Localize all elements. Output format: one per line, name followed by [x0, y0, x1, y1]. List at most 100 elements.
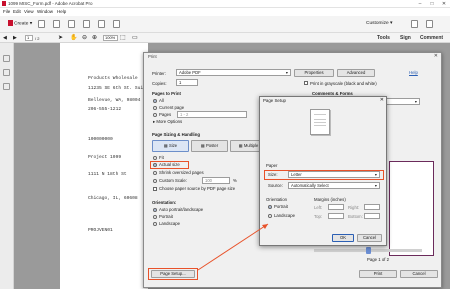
radio-custom-scale[interactable] — [153, 179, 157, 183]
expand-icon[interactable] — [426, 20, 433, 28]
printer-select[interactable]: Adobe PDF ▾ — [176, 69, 291, 76]
create-button[interactable]: Create ▾ — [8, 20, 32, 28]
advanced-button[interactable]: Advanced — [337, 69, 375, 77]
margin-right-label: Right: — [348, 205, 360, 210]
bookmarks-icon[interactable] — [3, 69, 10, 76]
radio-fit[interactable] — [153, 156, 157, 160]
cancel-button[interactable]: Cancel — [400, 270, 438, 278]
navigation-toolbar: ◀ ▶ 1 / 2 ➤ ✋ ⊖ ⊕ 100% ⬚ ▭ Tools Sign Co… — [0, 33, 450, 43]
tools-toggle-icon[interactable] — [411, 20, 418, 28]
paper-source-checkbox[interactable] — [153, 187, 157, 191]
chevron-down-icon: ▾ — [374, 183, 377, 188]
paper-heading: Paper — [266, 163, 278, 168]
radio-custom-scale-label: Custom Scale: — [159, 178, 187, 183]
source-select[interactable]: Automatically Select ▾ — [288, 182, 380, 189]
print-dialog-title: Print — [148, 54, 157, 59]
prev-page-icon[interactable]: ◀ — [3, 35, 7, 41]
radio-landscape[interactable] — [268, 214, 272, 218]
tab-tools[interactable]: Tools — [377, 35, 390, 41]
properties-button[interactable]: Properties — [294, 69, 334, 77]
radio-pages-label: Pages — [159, 112, 172, 117]
minimize-button[interactable]: – — [414, 0, 426, 8]
menu-window[interactable]: Window — [37, 9, 53, 14]
menu-view[interactable]: View — [24, 9, 34, 14]
radio-shrink-label: Shrink oversized pages — [159, 170, 204, 175]
main-toolbar: Create ▾ Customize ▾ — [0, 16, 450, 33]
copies-input[interactable]: 1 — [176, 79, 198, 86]
tab-comment[interactable]: Comment — [420, 35, 443, 41]
open-icon[interactable] — [38, 20, 45, 28]
window-title: 1099 MISC_Form.pdf - Adobe Acrobat Pro — [8, 1, 93, 6]
cancel-button[interactable]: Cancel — [357, 234, 382, 242]
customize-label: Customize — [366, 21, 389, 26]
tab-sign[interactable]: Sign — [400, 35, 411, 41]
page-thumbnails-icon[interactable] — [3, 55, 10, 62]
zoom-in-icon[interactable]: ⊕ — [92, 34, 97, 41]
radio-portrait[interactable] — [268, 205, 272, 209]
radio-current-page[interactable] — [153, 106, 157, 110]
select-tool-icon[interactable]: ➤ — [58, 34, 63, 41]
maximize-button[interactable]: □ — [426, 0, 438, 8]
close-icon[interactable]: ✕ — [380, 97, 384, 103]
radio-actual-size[interactable] — [153, 163, 157, 167]
margin-right-input[interactable] — [364, 204, 380, 210]
share-icon[interactable] — [98, 20, 105, 28]
page-number-input[interactable]: 1 — [25, 35, 33, 41]
radio-all[interactable] — [153, 99, 157, 103]
margin-bottom-label: Bottom: — [348, 214, 363, 219]
size-icon: ▦ — [163, 143, 168, 148]
printer-value: Adobe PDF — [179, 70, 201, 75]
radio-shrink[interactable] — [153, 171, 157, 175]
zoom-out-icon[interactable]: ⊖ — [82, 34, 87, 41]
page-setup-button[interactable]: Page Setup... — [151, 270, 195, 278]
doc-line: Products Wholesale — [88, 76, 138, 81]
margin-bottom-input[interactable] — [364, 213, 380, 219]
tab-poster[interactable]: ▦ Poster — [191, 140, 228, 152]
attachments-icon[interactable] — [3, 83, 10, 90]
save-icon[interactable] — [53, 20, 60, 28]
radio-landscape[interactable] — [153, 222, 157, 226]
pages-range-input[interactable]: 1 - 2 — [177, 111, 247, 118]
radio-portrait[interactable] — [153, 215, 157, 219]
sizing-heading: Page Sizing & Handling — [152, 132, 200, 137]
radio-auto-orientation[interactable] — [153, 208, 157, 212]
radio-auto-orientation-label: Auto portrait/landscape — [159, 207, 204, 212]
print-button[interactable]: Print — [359, 270, 397, 278]
email-icon[interactable] — [83, 20, 90, 28]
close-window-button[interactable]: ✕ — [438, 0, 450, 8]
doc-line: 206-555-1212 — [88, 107, 122, 112]
hand-tool-icon[interactable]: ✋ — [70, 34, 77, 41]
radio-pages[interactable] — [153, 113, 157, 117]
menu-file[interactable]: File — [3, 9, 10, 14]
paper-preview — [310, 109, 330, 135]
pages-heading: Pages to Print — [152, 91, 181, 96]
more-options-toggle[interactable]: ▸ More Options — [153, 119, 182, 125]
radio-current-label: Current page — [159, 105, 185, 110]
grayscale-checkbox[interactable] — [304, 81, 308, 85]
size-select[interactable]: Letter ▾ — [288, 171, 380, 178]
margin-left-input[interactable] — [328, 204, 344, 210]
margin-top-input[interactable] — [328, 213, 344, 219]
ok-button[interactable]: OK — [332, 234, 354, 242]
doc-line: Project 1099 — [88, 155, 122, 160]
page-slider-thumb[interactable] — [366, 247, 371, 254]
pdf-page: Products Wholesale 11235 SE 6th St. Suit… — [60, 43, 148, 289]
tab-size[interactable]: ▦ Size — [152, 140, 189, 152]
fit-page-icon[interactable]: ⬚ — [120, 34, 126, 41]
menu-edit[interactable]: Edit — [13, 9, 21, 14]
zoom-input[interactable]: 100% — [103, 35, 118, 41]
close-icon[interactable]: ✕ — [434, 53, 438, 59]
read-mode-icon[interactable]: ▭ — [132, 34, 138, 41]
custom-scale-input[interactable]: 100 — [202, 177, 230, 184]
tab-multiple-label: Multiple — [243, 143, 259, 148]
radio-actual-size-label: Actual size — [159, 162, 180, 167]
radio-fit-label: Fit — [159, 155, 164, 160]
customize-dropdown[interactable]: Customize ▾ — [366, 21, 392, 26]
next-page-icon[interactable]: ▶ — [13, 35, 17, 41]
acrobat-icon — [2, 1, 6, 6]
print-icon[interactable] — [68, 20, 75, 28]
comment-icon[interactable] — [113, 20, 120, 28]
help-link[interactable]: Help — [409, 70, 418, 75]
grayscale-label: Print in grayscale (black and white) — [310, 81, 377, 86]
menu-help[interactable]: Help — [57, 9, 66, 14]
